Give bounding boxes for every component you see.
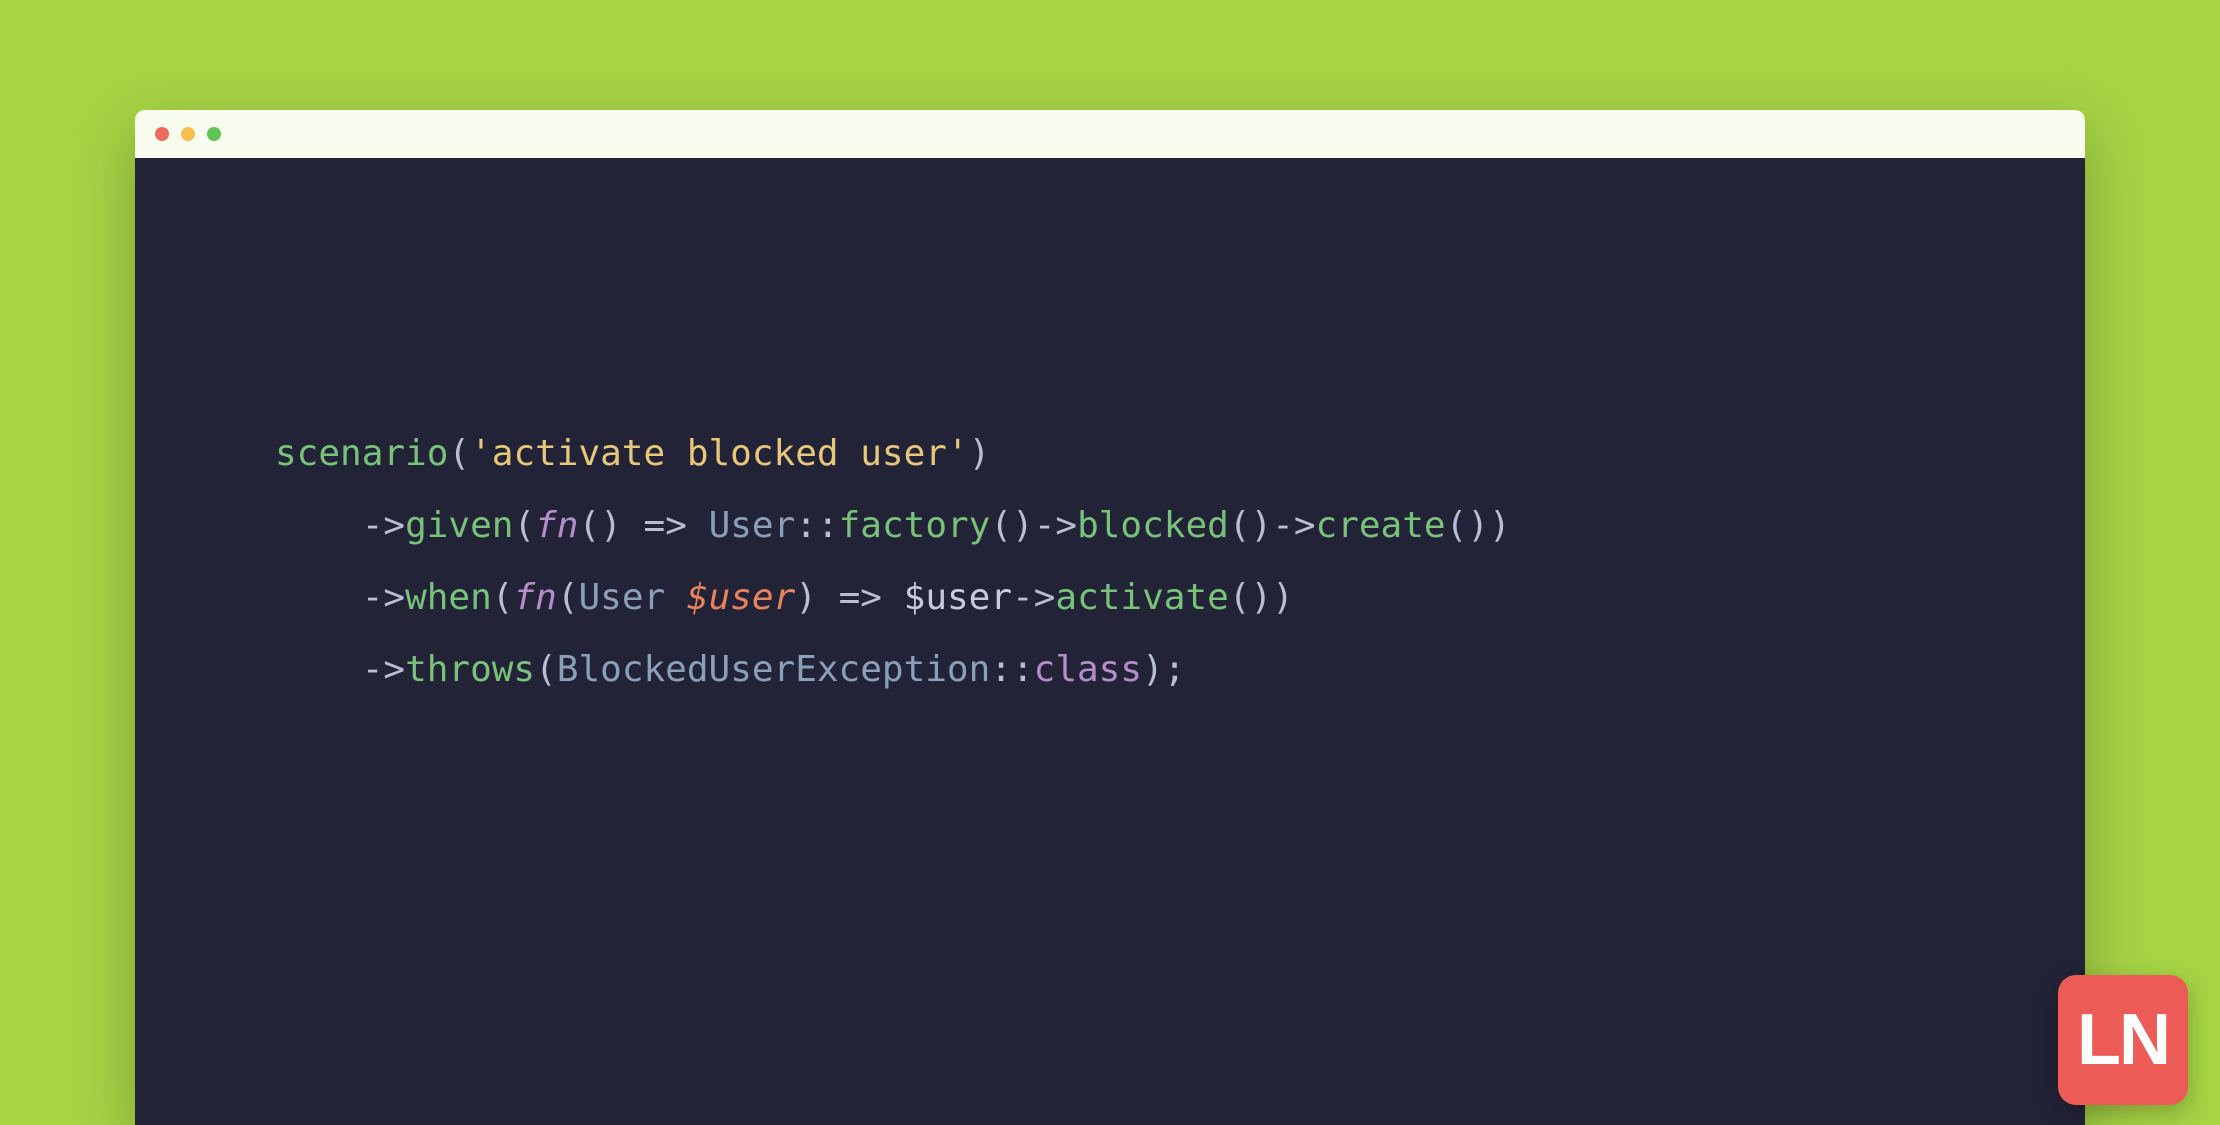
traffic-light-minimize-icon[interactable] (181, 127, 195, 141)
brand-badge-text: LN (2077, 999, 2169, 1081)
brand-badge: LN (2058, 975, 2188, 1105)
window-titlebar (135, 110, 2085, 158)
code-window: scenario('activate blocked user') ->give… (135, 110, 2085, 1125)
code-line-2: ->given(fn() => User::factory()->blocked… (362, 505, 1511, 546)
code-line-4: ->throws(BlockedUserException::class); (362, 649, 1186, 690)
code-editor: scenario('activate blocked user') ->give… (135, 158, 2085, 1125)
traffic-light-close-icon[interactable] (155, 127, 169, 141)
stage: scenario('activate blocked user') ->give… (0, 0, 2220, 1125)
code-line-1: scenario('activate blocked user') (275, 433, 990, 474)
traffic-light-zoom-icon[interactable] (207, 127, 221, 141)
code-line-3: ->when(fn(User $user) => $user->activate… (362, 577, 1294, 618)
